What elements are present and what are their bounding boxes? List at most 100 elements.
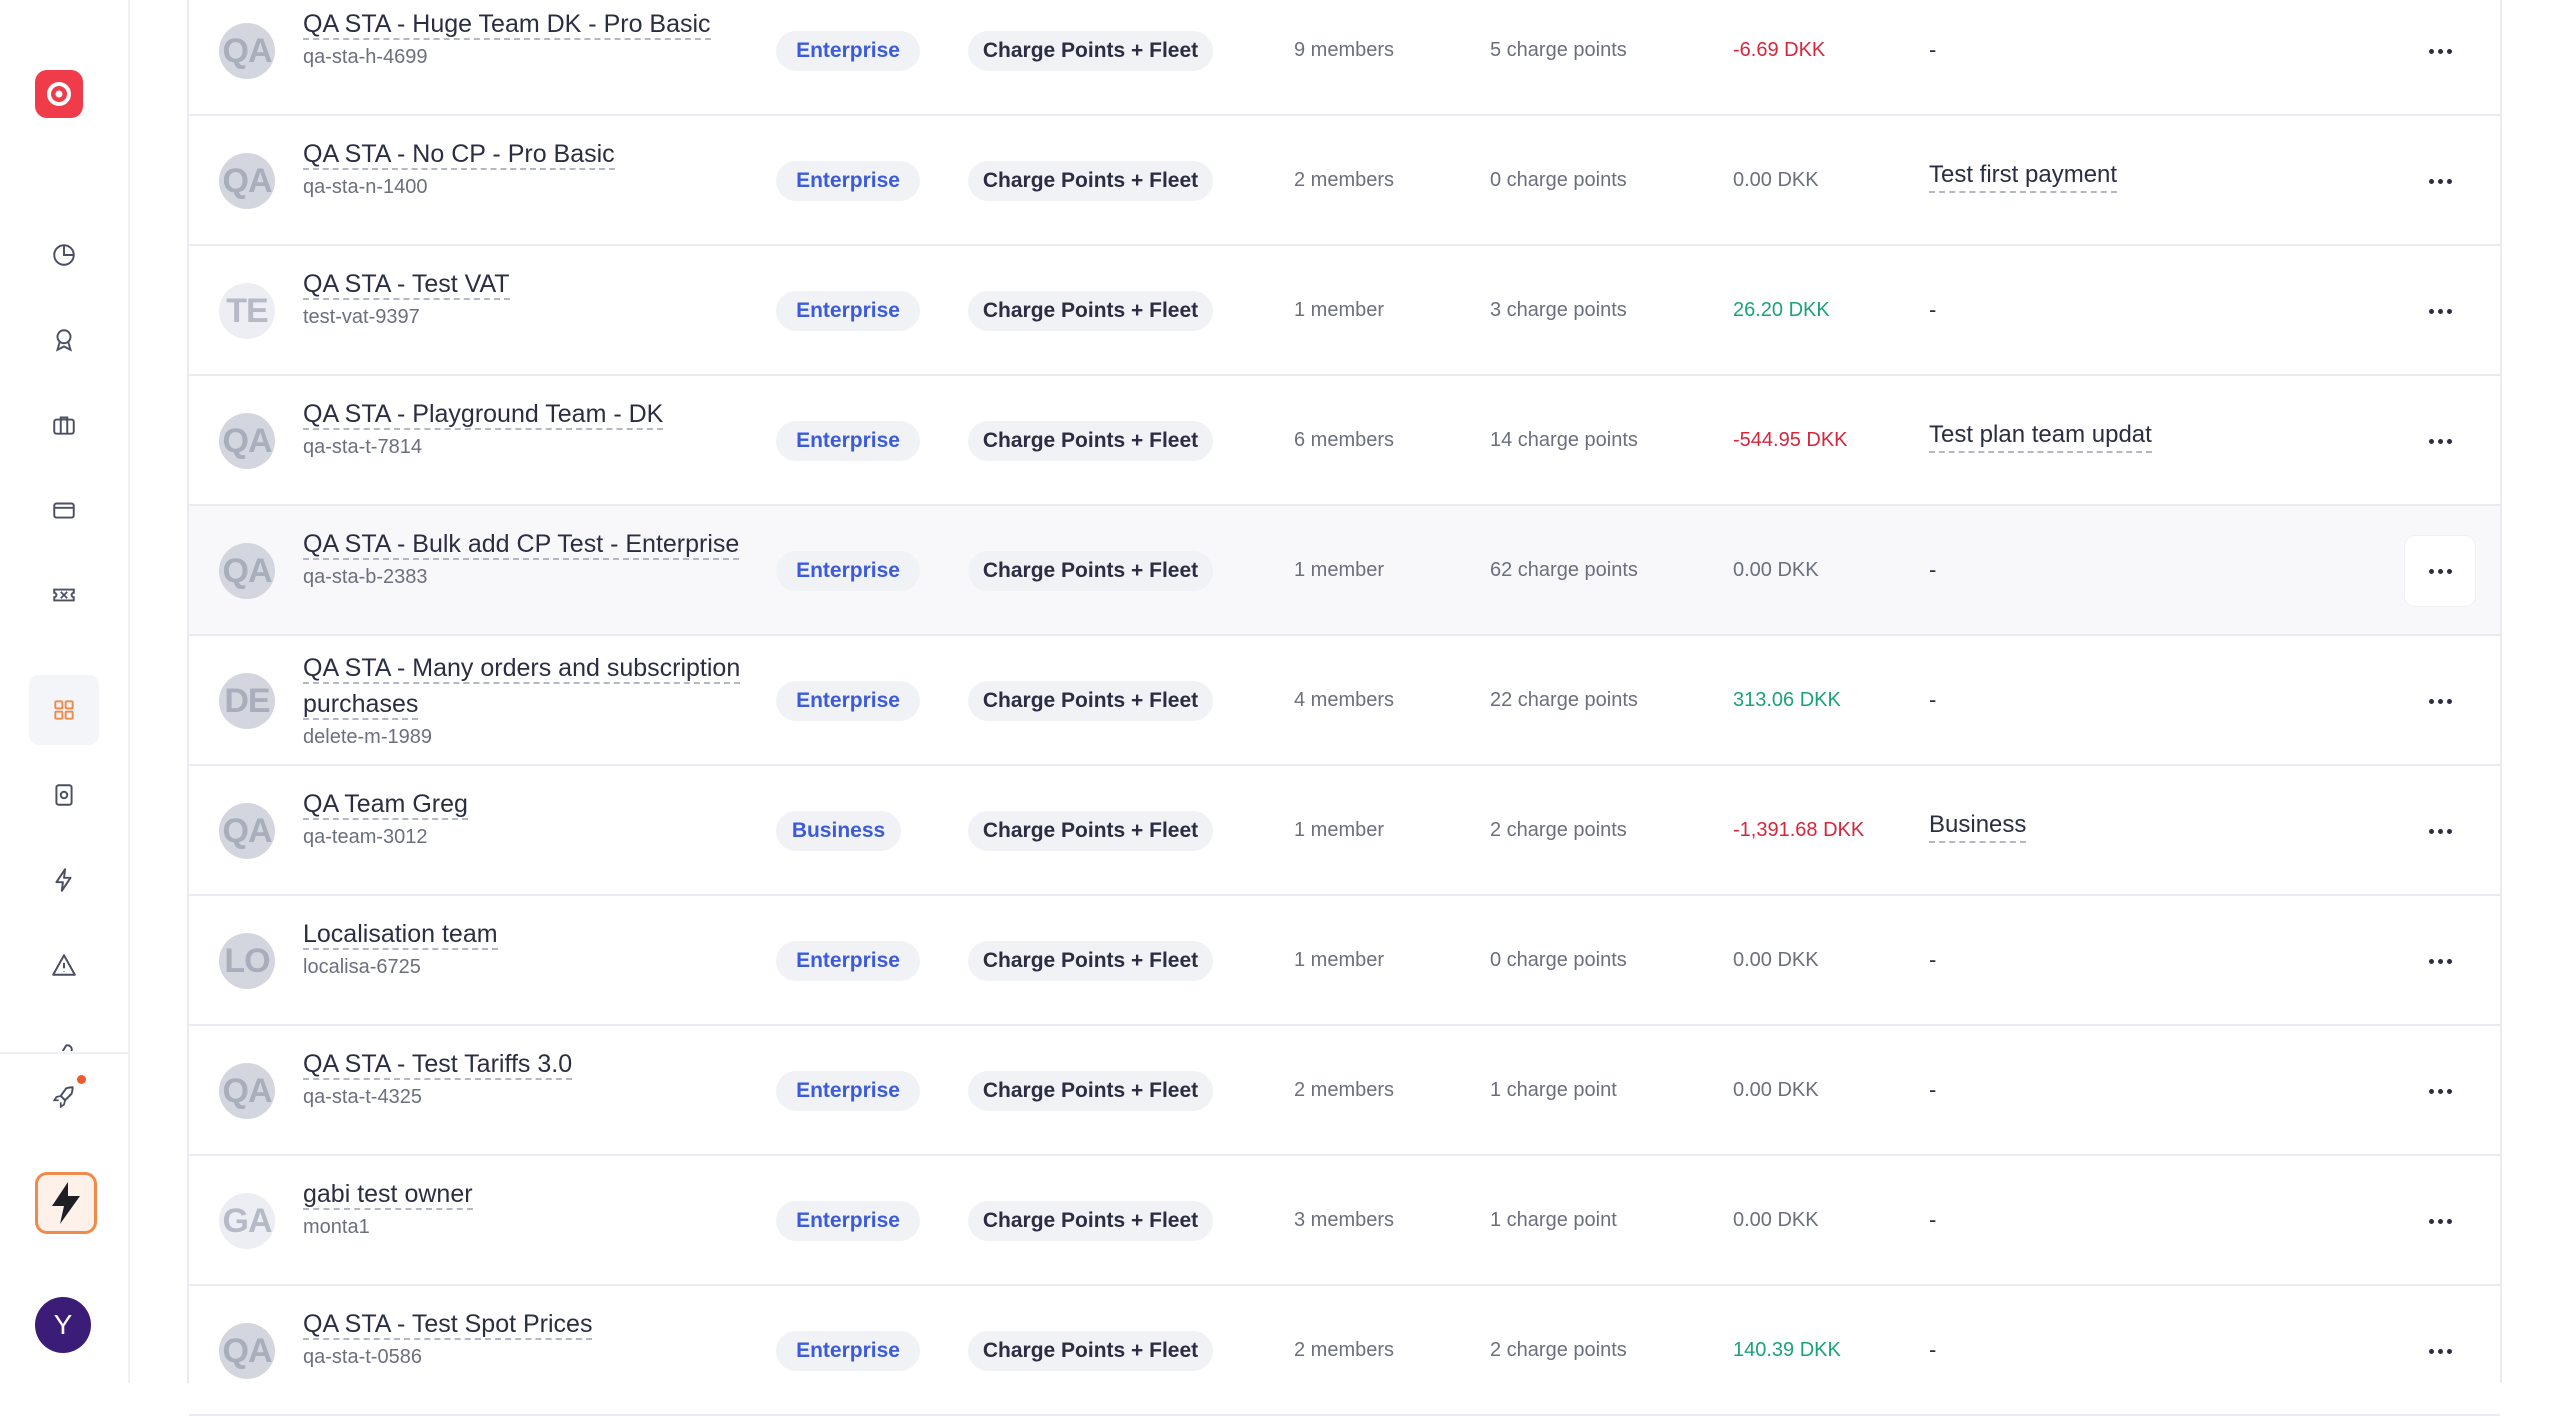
note-text[interactable]: Test plan team updat <box>1929 419 2152 453</box>
note-text[interactable]: Business <box>1929 809 2027 843</box>
members-count: 1 member <box>1294 299 1385 321</box>
note-empty: - <box>1929 557 1937 582</box>
nav-payments[interactable] <box>29 475 99 545</box>
table-row[interactable]: GA gabi test owner monta1 Enterprise Cha… <box>189 1156 2500 1286</box>
table-row[interactable]: QA QA STA - Test Spot Prices qa-sta-t-05… <box>189 1286 2500 1416</box>
team-handle: qa-sta-n-1400 <box>303 176 428 198</box>
nav-teams[interactable] <box>29 675 99 745</box>
teams-table: QA QA STA - Huge Team DK - Pro Basic qa-… <box>187 0 2502 1416</box>
scope-badge: Charge Points + Fleet <box>968 811 1213 851</box>
balance-amount: 0.00 DKK <box>1733 559 1819 581</box>
note-empty: - <box>1929 1207 1937 1232</box>
scope-badge: Charge Points + Fleet <box>968 1201 1213 1241</box>
scope-label: Charge Points + Fleet <box>982 299 1199 322</box>
nav-business[interactable] <box>29 390 99 460</box>
user-avatar[interactable]: Y <box>35 1297 91 1353</box>
note-text[interactable]: Test first payment <box>1929 159 2118 193</box>
plan-badge: Enterprise <box>776 161 920 201</box>
team-name-link[interactable]: QA STA - Many orders and subscription pu… <box>303 654 741 720</box>
team-name-link[interactable]: QA STA - Test Spot Prices <box>303 1310 593 1340</box>
members-count: 1 member <box>1294 949 1385 971</box>
award-icon <box>55 329 73 352</box>
table-row[interactable]: QA QA STA - No CP - Pro Basic qa-sta-n-1… <box>189 116 2500 246</box>
team-avatar: QA <box>219 1323 275 1379</box>
plan-label: Enterprise <box>796 299 900 322</box>
nav-dashboard[interactable] <box>29 220 99 290</box>
row-more-button[interactable] <box>2405 146 2475 216</box>
row-more-button[interactable] <box>2405 1056 2475 1126</box>
note-empty: - <box>1929 37 1937 62</box>
more-dot <box>2446 308 2452 314</box>
team-name-block: QA STA - Test VAT test-vat-9397 <box>303 266 743 329</box>
more-dot <box>2446 438 2452 444</box>
balance-amount: 0.00 DKK <box>1733 1079 1819 1101</box>
team-avatar: QA <box>219 23 275 79</box>
table-row[interactable]: QA QA STA - Huge Team DK - Pro Basic qa-… <box>189 0 2500 116</box>
nav-devices[interactable] <box>29 760 99 830</box>
row-more-button[interactable] <box>2405 406 2475 476</box>
table-row[interactable]: QA QA STA - Playground Team - DK qa-sta-… <box>189 376 2500 506</box>
row-more-button[interactable] <box>2405 1186 2475 1256</box>
team-handle: delete-m-1989 <box>303 726 432 748</box>
row-more-button[interactable] <box>2405 276 2475 346</box>
more-dot <box>2446 48 2452 54</box>
table-row[interactable]: QA QA STA - Bulk add CP Test - Enterpris… <box>189 506 2500 636</box>
row-more-button[interactable] <box>2405 666 2475 736</box>
charge-points-count: 62 charge points <box>1490 559 1638 581</box>
row-more-button[interactable] <box>2405 1316 2475 1386</box>
plan-label: Enterprise <box>796 169 900 192</box>
team-handle: qa-team-3012 <box>303 826 428 848</box>
plan-badge: Enterprise <box>776 1071 920 1111</box>
more-dot <box>2437 958 2443 964</box>
scope-label: Charge Points + Fleet <box>982 1079 1199 1102</box>
team-avatar: QA <box>219 153 275 209</box>
row-more-button[interactable] <box>2405 796 2475 866</box>
table-row[interactable]: DE QA STA - Many orders and subscription… <box>189 636 2500 766</box>
row-more-button[interactable] <box>2405 16 2475 86</box>
team-name-link[interactable]: QA STA - Huge Team DK - Pro Basic <box>303 10 711 40</box>
nav-whats-new[interactable] <box>29 1062 99 1132</box>
team-name-link[interactable]: QA STA - Test Tariffs 3.0 <box>303 1050 573 1080</box>
nav-vouchers[interactable] <box>29 560 99 630</box>
table-row[interactable]: QA QA Team Greg qa-team-3012 Business Ch… <box>189 766 2500 896</box>
nav-tools[interactable] <box>29 1015 99 1051</box>
nav-charging[interactable] <box>29 845 99 915</box>
nav-rewards[interactable] <box>29 305 99 375</box>
more-dot <box>2437 178 2443 184</box>
dashboard-icon <box>53 244 75 266</box>
team-name-link[interactable]: QA STA - Bulk add CP Test - Enterprise <box>303 530 740 560</box>
team-name-link[interactable]: gabi test owner <box>303 1180 473 1210</box>
more-dot <box>2428 308 2434 314</box>
team-avatar: QA <box>219 803 275 859</box>
team-initials: TE <box>226 291 268 330</box>
team-name-link[interactable]: Localisation team <box>303 920 498 950</box>
more-dot <box>2437 1218 2443 1224</box>
scope-label: Charge Points + Fleet <box>982 1209 1199 1232</box>
team-avatar: LO <box>219 933 275 989</box>
team-handle: qa-sta-t-4325 <box>303 1086 422 1108</box>
team-name-link[interactable]: QA STA - Test VAT <box>303 270 510 300</box>
row-more-button[interactable] <box>2405 536 2475 606</box>
app-switcher[interactable] <box>35 1172 97 1234</box>
table-row[interactable]: QA QA STA - Test Tariffs 3.0 qa-sta-t-43… <box>189 1026 2500 1156</box>
plan-label: Business <box>791 819 886 842</box>
plan-badge: Business <box>776 811 901 851</box>
team-name-link[interactable]: QA STA - No CP - Pro Basic <box>303 140 615 170</box>
team-avatar: GA <box>219 1193 275 1249</box>
team-name-block: QA Team Greg qa-team-3012 <box>303 786 743 849</box>
team-avatar: QA <box>219 413 275 469</box>
app-logo[interactable] <box>35 70 83 118</box>
team-name-block: QA STA - Many orders and subscription pu… <box>303 650 743 749</box>
plan-badge: Enterprise <box>776 681 920 721</box>
scope-badge: Charge Points + Fleet <box>968 551 1213 591</box>
plan-label: Enterprise <box>796 429 900 452</box>
nav-alerts[interactable] <box>29 930 99 1000</box>
balance-amount: 140.39 DKK <box>1733 1339 1841 1361</box>
table-row[interactable]: TE QA STA - Test VAT test-vat-9397 Enter… <box>189 246 2500 376</box>
row-more-button[interactable] <box>2405 926 2475 996</box>
tools-icon <box>61 1044 73 1051</box>
table-row[interactable]: LO Localisation team localisa-6725 Enter… <box>189 896 2500 1026</box>
team-name-link[interactable]: QA STA - Playground Team - DK <box>303 400 664 430</box>
team-name-link[interactable]: QA Team Greg <box>303 790 468 820</box>
scope-label: Charge Points + Fleet <box>982 949 1199 972</box>
